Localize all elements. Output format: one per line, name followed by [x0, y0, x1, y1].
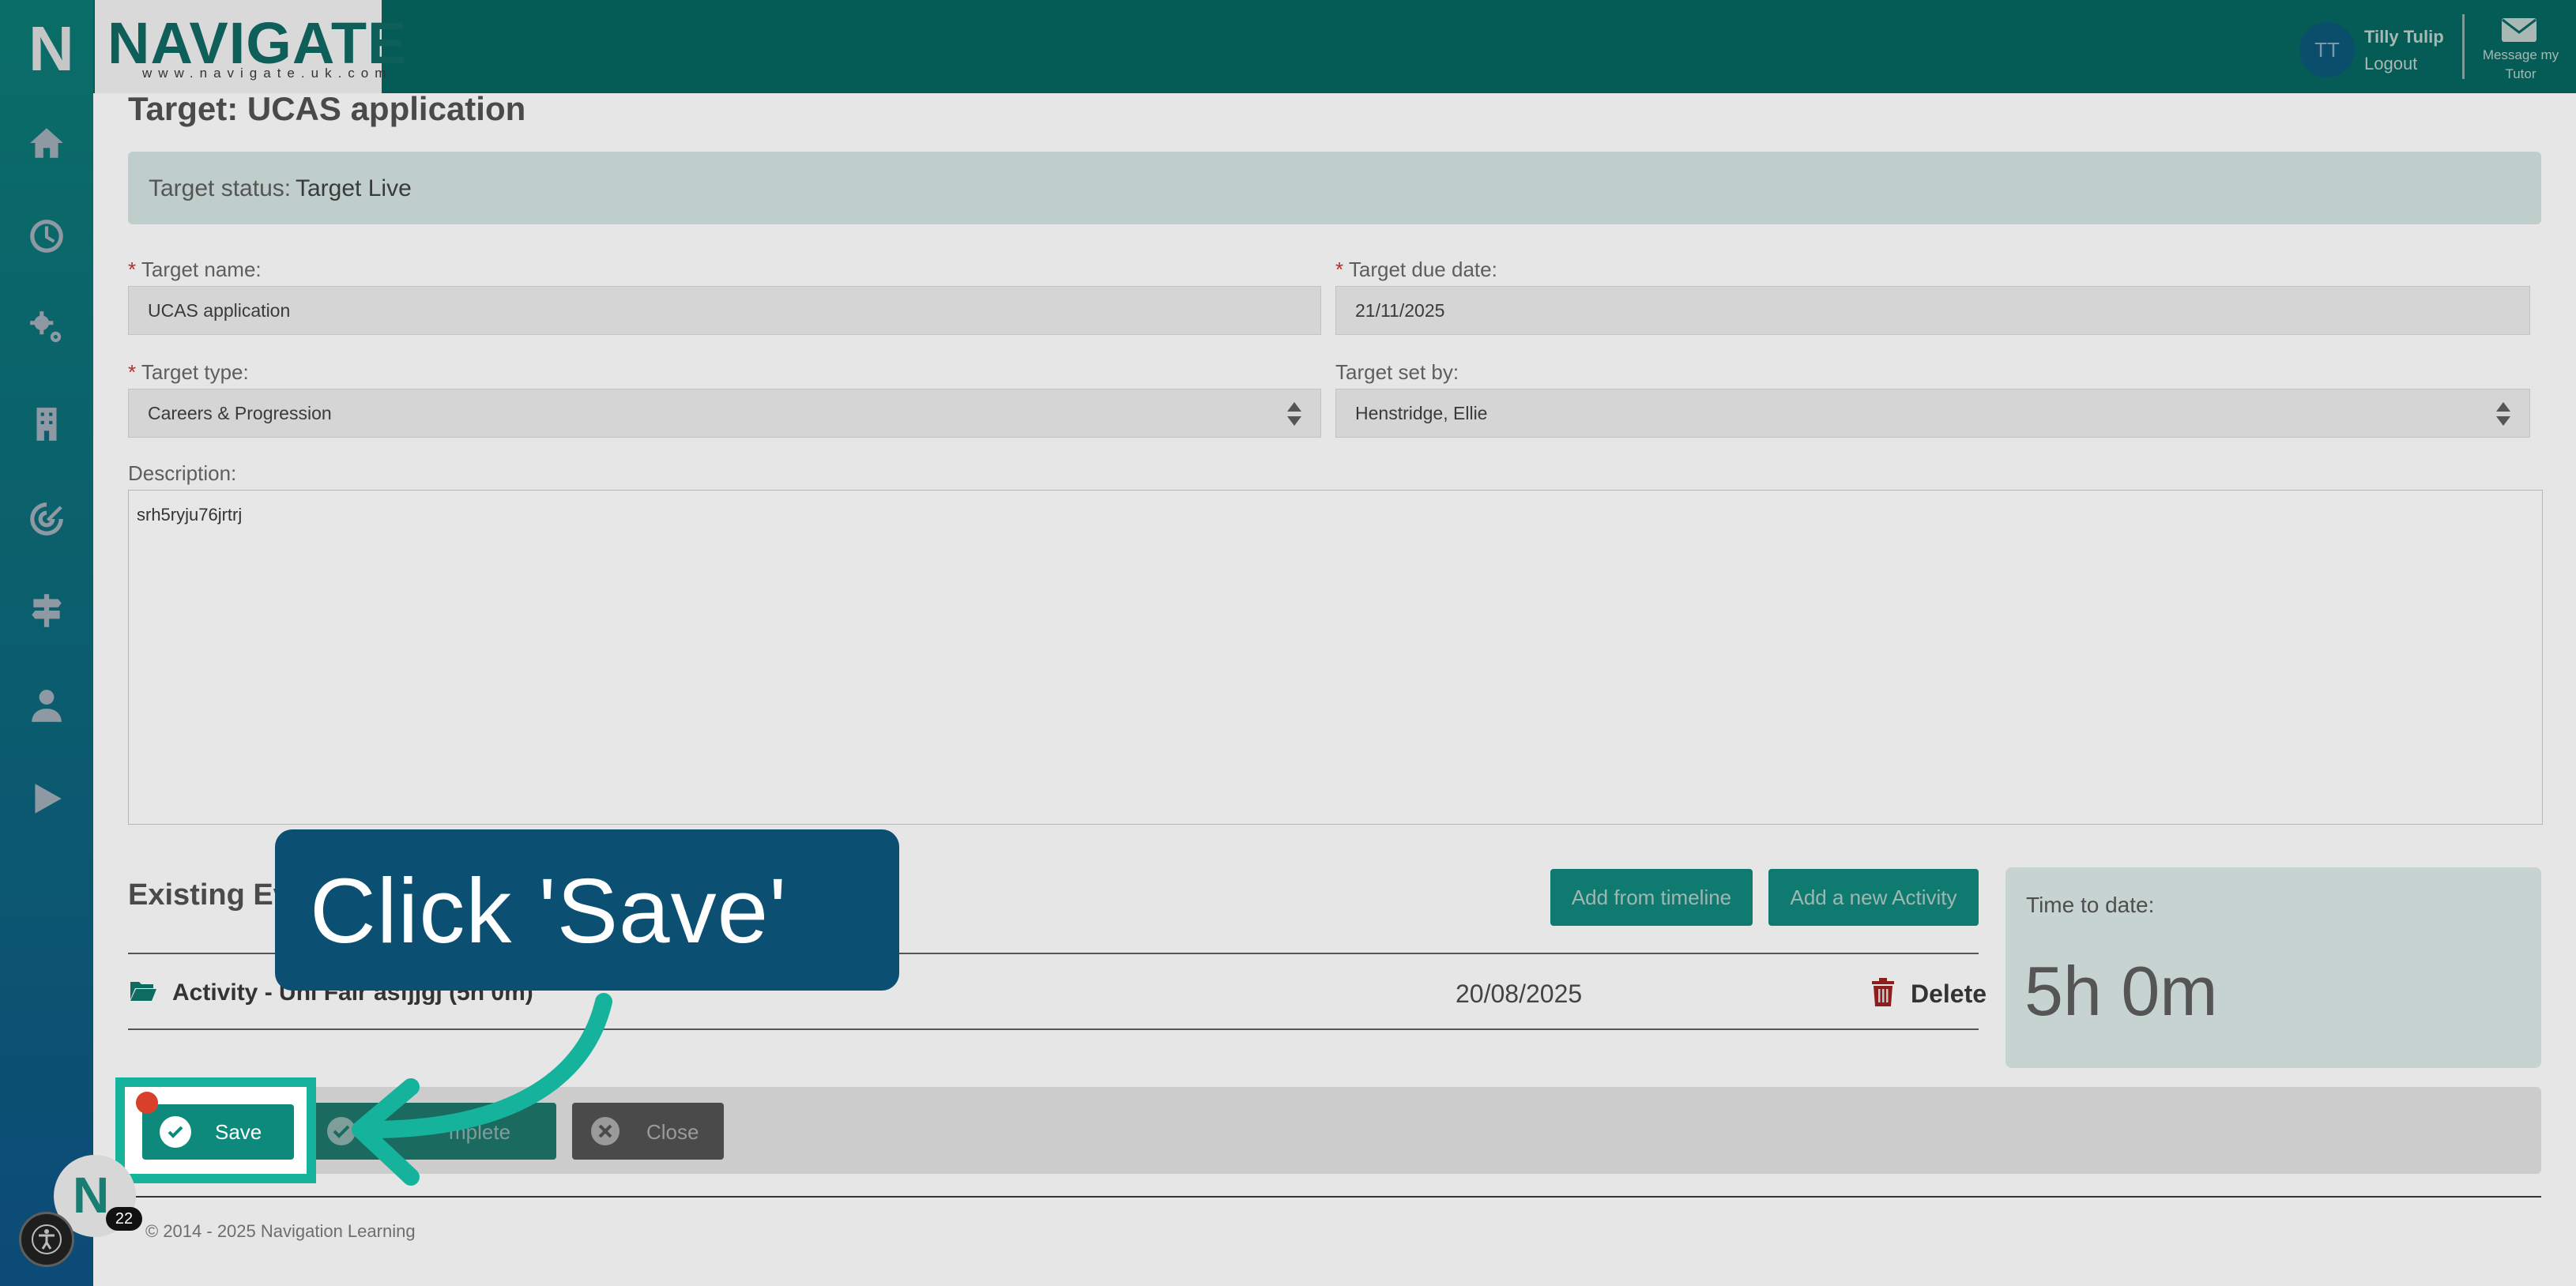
user-name: Tilly Tulip [2364, 27, 2444, 47]
building-icon[interactable] [22, 400, 71, 449]
sidebar-logo[interactable]: N [28, 13, 74, 85]
footer-copyright: © 2014 - 2025 Navigation Learning [145, 1221, 416, 1241]
complete-label: mplete [449, 1120, 511, 1144]
select-arrows-icon [1287, 402, 1301, 426]
status-label: Target status: [149, 175, 292, 201]
accessibility-button[interactable] [19, 1212, 74, 1267]
required-mark: * [128, 360, 137, 384]
close-icon [591, 1117, 620, 1145]
due-date-field[interactable]: 21/11/2025 [1335, 286, 2530, 335]
check-circle-icon [327, 1117, 356, 1145]
folder-open-icon [130, 982, 156, 1001]
status-value: Target Live [296, 175, 412, 201]
click-marker [136, 1092, 158, 1114]
check-circle-icon [160, 1116, 191, 1148]
save-label: Save [215, 1119, 262, 1144]
fab-logo: N [73, 1167, 110, 1224]
set-by-select[interactable]: Henstridge, Ellie [1335, 389, 2530, 438]
signpost-icon[interactable] [22, 586, 71, 635]
close-button[interactable]: Close [572, 1103, 724, 1160]
page-title: Target: UCAS application [128, 90, 526, 127]
due-date-label-text: Target due date: [1348, 258, 1497, 281]
sidebar [0, 0, 93, 1286]
add-from-timeline-button[interactable]: Add from timeline [1550, 869, 1753, 926]
close-label: Close [646, 1120, 699, 1144]
callout-text: Click 'Save' [310, 859, 788, 962]
description-textarea[interactable]: srh5ryju76jrtrj [128, 490, 2543, 825]
target-type-select[interactable]: Careers & Progression [128, 389, 1321, 438]
save-button[interactable]: Save [142, 1104, 294, 1160]
required-mark: * [1335, 258, 1344, 281]
existing-evidence-title: Existing Ev [128, 878, 290, 912]
notification-badge: 22 [106, 1207, 142, 1231]
complete-button[interactable]: mplete [313, 1103, 556, 1160]
status-panel [128, 152, 2541, 224]
add-activity-button[interactable]: Add a new Activity [1768, 869, 1979, 926]
select-arrows-icon [2496, 402, 2510, 426]
logo-url: www.navigate.uk.com [142, 66, 393, 81]
divider [128, 1028, 1979, 1030]
description-label: Description: [128, 461, 237, 485]
play-icon[interactable] [22, 774, 71, 823]
time-to-date-label: Time to date: [2026, 893, 2155, 917]
message-tutor-link[interactable]: Message my Tutor [2481, 46, 2560, 84]
time-to-date-value: 5h 0m [2024, 952, 2218, 1030]
due-date-value: 21/11/2025 [1355, 299, 1445, 321]
required-mark: * [128, 258, 137, 281]
logout-link[interactable]: Logout [2364, 54, 2417, 74]
set-by-label: Target set by: [1335, 360, 1459, 384]
target-type-label-text: Target type: [141, 360, 249, 384]
envelope-icon[interactable] [2501, 17, 2537, 43]
person-icon[interactable] [22, 681, 71, 730]
set-by-value: Henstridge, Ellie [1355, 402, 1488, 423]
accessibility-icon [32, 1224, 62, 1254]
delete-link[interactable]: Delete [1911, 980, 1987, 1009]
gears-icon[interactable] [22, 303, 71, 352]
due-date-label: * Target due date: [1335, 258, 1497, 282]
target-type-value: Careers & Progression [148, 402, 332, 423]
target-name-label-text: Target name: [141, 258, 262, 281]
trash-icon[interactable] [1871, 978, 1895, 1006]
target-name-field[interactable]: UCAS application [128, 286, 1321, 335]
home-icon[interactable] [22, 118, 71, 167]
target-type-label: * Target type: [128, 360, 249, 385]
target-name-value: UCAS application [148, 299, 291, 321]
clock-icon[interactable] [22, 212, 71, 261]
target-icon[interactable] [22, 494, 71, 543]
header-divider [2462, 14, 2465, 79]
footer-divider [128, 1196, 2541, 1198]
target-name-label: * Target name: [128, 258, 262, 282]
avatar[interactable]: TT [2299, 22, 2355, 77]
activity-date: 20/08/2025 [1456, 980, 1583, 1008]
